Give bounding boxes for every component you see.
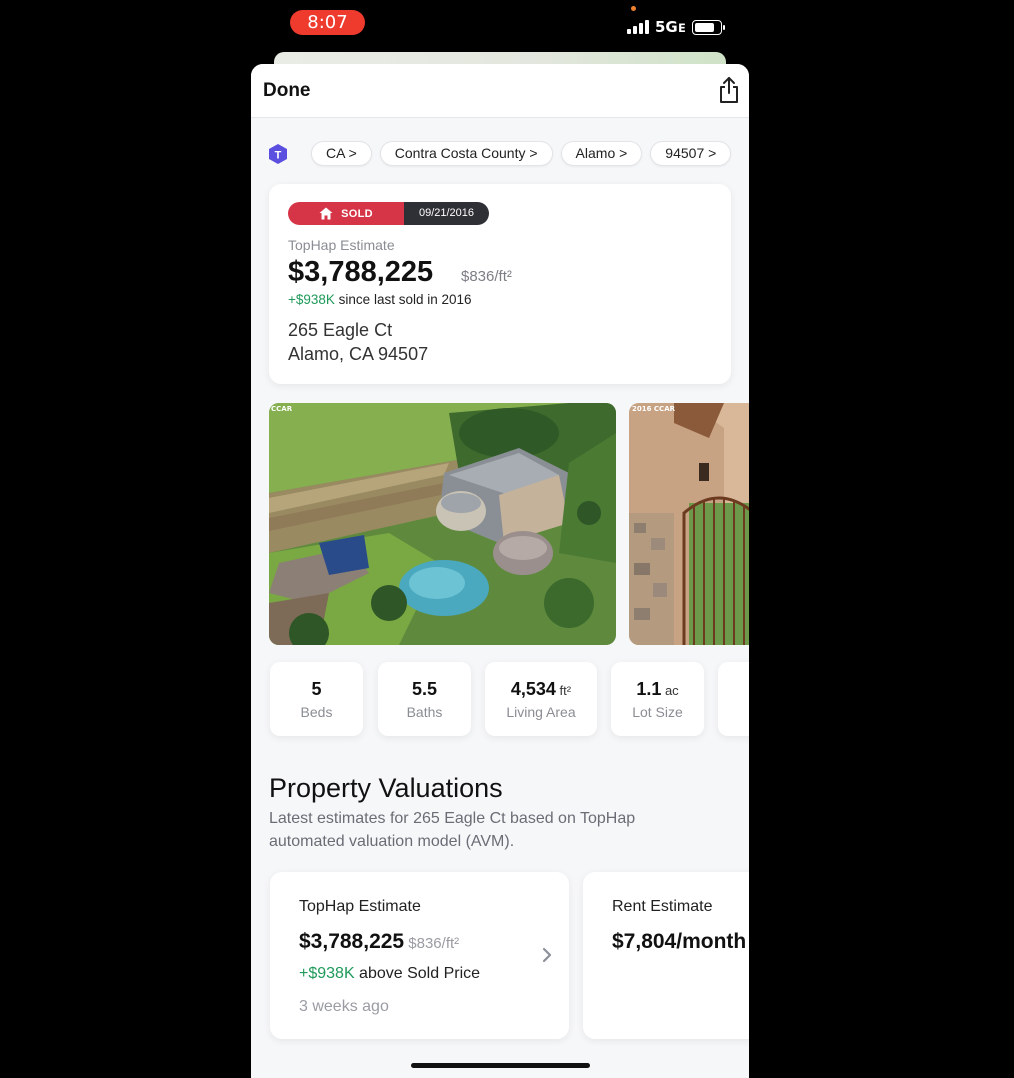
property-photo-aerial[interactable]: CCAR — [269, 403, 616, 645]
estimate-price: $3,788,225 — [288, 256, 434, 288]
breadcrumb-county[interactable]: Contra Costa County > — [379, 141, 553, 166]
status-time: 8:07 — [290, 10, 365, 35]
sheet-header: Done — [251, 64, 749, 118]
stat-beds-value: 5 — [311, 679, 322, 699]
stat-baths: 5.5 Baths — [378, 662, 471, 736]
stat-living-area-label: Living Area — [506, 704, 576, 720]
rent-title: Rent Estimate — [612, 898, 713, 915]
tophap-estimate-card[interactable]: TopHap Estimate $3,788,225 $836/ft² +$93… — [270, 872, 569, 1039]
estimate-change-amount: +$938K — [288, 292, 335, 307]
stat-lot-size-unit: ac — [661, 683, 679, 698]
stat-living-area-value: 4,534 — [510, 679, 556, 699]
stat-baths-value: 5.5 — [411, 679, 438, 699]
estimate-price-per-sqft: $836/ft² — [461, 268, 512, 285]
stat-beds: 5 Beds — [270, 662, 363, 736]
network-type: 5Gᴇ — [655, 18, 687, 36]
done-button[interactable]: Done — [263, 80, 311, 102]
share-icon[interactable] — [717, 76, 741, 104]
estimate-card: SOLD 09/21/2016 TopHap Estimate $3,788,2… — [269, 184, 731, 384]
svg-text:T: T — [275, 149, 282, 161]
valuation-timestamp: 3 weeks ago — [299, 998, 389, 1015]
valuation-title: TopHap Estimate — [299, 898, 421, 915]
breadcrumb-zip[interactable]: 94507 > — [650, 141, 732, 166]
estimate-label: TopHap Estimate — [288, 237, 395, 253]
breadcrumb: T CA > Contra Costa County > Alamo > 945… — [267, 141, 732, 166]
stat-living-area: 4,534 ft² Living Area — [485, 662, 597, 736]
address-street: 265 Eagle Ct — [288, 320, 393, 340]
sold-date: 09/21/2016 — [404, 202, 489, 225]
breadcrumb-city[interactable]: Alamo > — [560, 141, 643, 166]
valuation-change-text: above Sold Price — [354, 965, 481, 982]
property-photo-gate[interactable]: 2016 CCAR — [629, 403, 749, 645]
estimate-change: +$938K since last sold in 2016 — [288, 292, 472, 307]
stat-card-partial — [718, 662, 749, 736]
gate-photo-image — [629, 403, 749, 645]
stat-lot-size-value: 1.1 — [636, 679, 662, 699]
valuations-title: Property Valuations — [269, 773, 503, 803]
valuation-price-per-sqft: $836/ft² — [404, 935, 460, 952]
privacy-indicator — [631, 6, 636, 11]
photo-source-tag: 2016 CCAR — [632, 405, 676, 413]
home-indicator[interactable] — [411, 1063, 590, 1068]
valuation-change-amount: +$938K — [299, 965, 355, 982]
stat-lot-size: 1.1 ac Lot Size — [611, 662, 704, 736]
rent-price: $7,804/month — [612, 930, 747, 953]
tophap-logo-icon: T — [269, 143, 287, 164]
valuations-description: Latest estimates for 265 Eagle Ct based … — [269, 810, 636, 850]
cellular-signal-icon — [627, 20, 649, 34]
property-sheet: Done T CA > Contra Costa County > Alamo … — [251, 64, 749, 1078]
stat-beds-label: Beds — [300, 704, 333, 720]
house-icon — [319, 207, 333, 220]
rent-estimate-card[interactable]: Rent Estimate $7,804/month — [583, 872, 749, 1039]
chevron-right-icon[interactable] — [541, 946, 553, 964]
aerial-photo-image — [269, 403, 616, 645]
sold-status-badge: SOLD 09/21/2016 — [288, 202, 489, 225]
stat-baths-label: Baths — [406, 704, 443, 720]
photo-source-tag: CCAR — [271, 405, 293, 413]
estimate-change-text: since last sold in 2016 — [334, 292, 472, 307]
breadcrumb-state[interactable]: CA > — [311, 141, 372, 166]
stat-lot-size-label: Lot Size — [632, 704, 683, 720]
sold-label: SOLD — [341, 207, 373, 220]
valuation-change: +$938K above Sold Price — [299, 965, 480, 983]
status-indicators: 5Gᴇ — [627, 17, 726, 37]
address-city: Alamo, CA 94507 — [288, 344, 429, 364]
stat-living-area-unit: ft² — [555, 683, 572, 698]
battery-icon — [692, 19, 726, 35]
valuation-price: $3,788,225 $836/ft² — [299, 930, 460, 953]
